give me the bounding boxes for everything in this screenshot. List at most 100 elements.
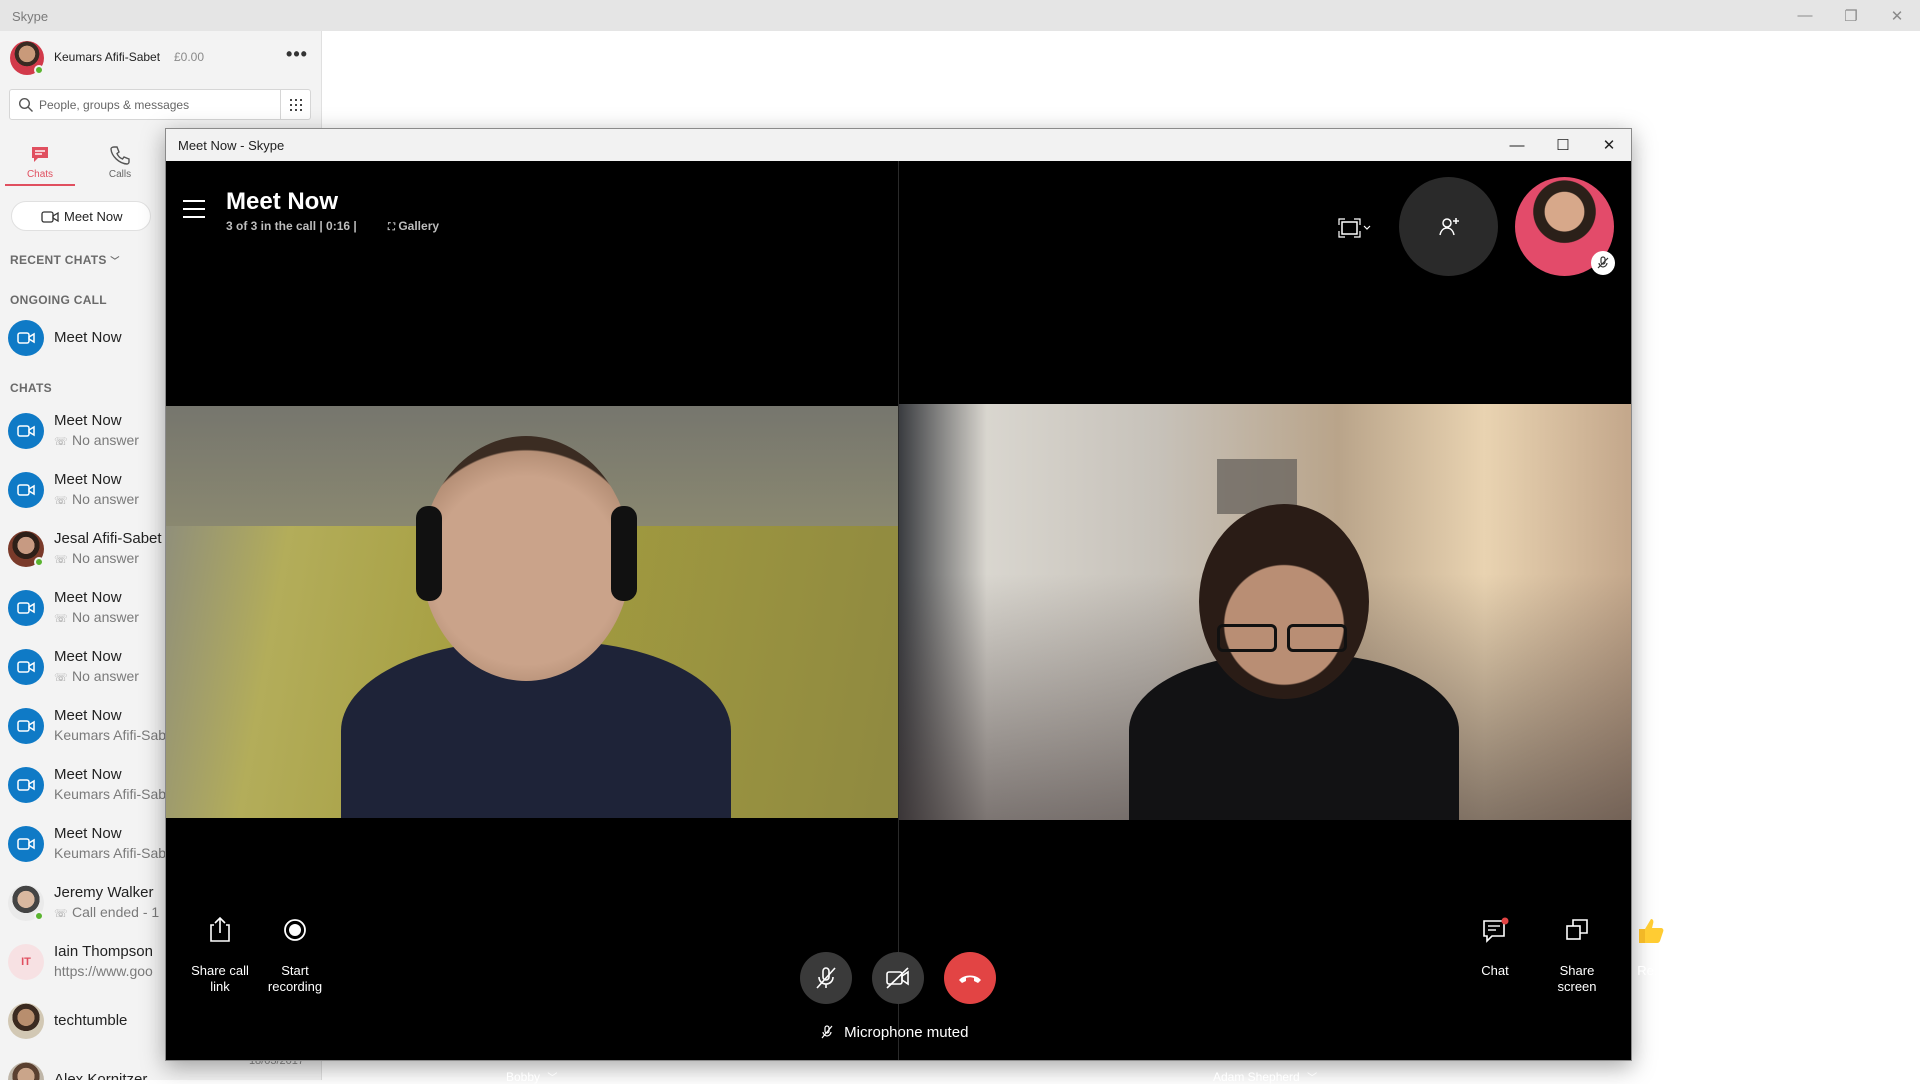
recent-chats-filter[interactable]: RECENT CHATS ﹀ <box>10 253 120 267</box>
minimize-button[interactable]: — <box>1782 0 1828 31</box>
microphone-muted-label: Microphone muted <box>844 1024 969 1041</box>
call-minimize-button[interactable]: — <box>1494 129 1540 161</box>
close-button[interactable]: ✕ <box>1874 0 1920 31</box>
recent-chats-label: RECENT CHATS <box>10 253 107 267</box>
search-icon <box>18 97 33 112</box>
react-button[interactable]: Re... <box>1626 915 1676 985</box>
hamburger-menu-icon[interactable] <box>183 200 205 218</box>
share-screen-button[interactable]: Share screen <box>1550 915 1604 994</box>
start-recording-label: Start recording <box>267 963 323 994</box>
video-call-icon <box>8 320 44 356</box>
chat-button[interactable]: Chat <box>1470 915 1520 985</box>
chat-name: Meet Now <box>54 589 122 606</box>
tab-chats[interactable]: Chats <box>5 136 75 186</box>
avatar <box>8 1062 44 1080</box>
more-icon <box>1723 926 1747 932</box>
app-title: Skype <box>12 9 49 24</box>
tab-calls[interactable]: Calls <box>85 136 155 186</box>
avatar: IT <box>8 944 44 980</box>
gallery-label: Gallery <box>398 219 440 233</box>
toggle-video-button[interactable] <box>872 952 924 1004</box>
missed-call-icon: ☏ <box>54 495 68 507</box>
mute-microphone-button[interactable] <box>800 952 852 1004</box>
video-tile-bobby[interactable] <box>166 406 898 818</box>
chat-name: Meet Now <box>54 648 122 665</box>
end-call-button[interactable] <box>944 952 996 1004</box>
meet-now-button[interactable]: Meet Now <box>11 201 151 231</box>
participant-name-bobby[interactable]: Bobby ﹀ <box>506 1069 557 1084</box>
chat-name: Meet Now <box>54 766 122 783</box>
profile-header[interactable]: Keumars Afifi-Sabet £0.00 ••• <box>8 39 314 79</box>
chat-preview: Keumars Afifi-Sab <box>54 786 166 802</box>
microphone-muted-status: Microphone muted <box>820 1024 968 1041</box>
mic-off-icon <box>816 967 836 989</box>
record-icon <box>284 919 306 941</box>
layout-button[interactable] <box>1338 216 1374 240</box>
skype-credit[interactable]: £0.00 <box>174 50 204 64</box>
chat-name: Alex Kornitzer <box>54 1071 148 1080</box>
chat-bubble-icon <box>32 147 48 162</box>
chat-preview-text: Call ended - 1 <box>72 904 160 920</box>
missed-call-icon: ☏ <box>54 613 68 625</box>
online-status-dot <box>34 557 44 567</box>
hang-up-icon <box>959 975 981 983</box>
chat-preview-text: No answer <box>72 550 139 566</box>
ongoing-call-header: ONGOING CALL <box>10 293 107 307</box>
video-call-icon <box>8 472 44 508</box>
call-close-button[interactable]: ✕ <box>1586 129 1632 161</box>
video-call-icon <box>8 649 44 685</box>
tile-divider <box>898 161 899 1060</box>
chat-preview-text: No answer <box>72 668 139 684</box>
video-call-icon <box>8 767 44 803</box>
online-status-dot <box>34 911 44 921</box>
call-maximize-button[interactable]: ☐ <box>1540 129 1586 161</box>
more-button[interactable]: More <box>1710 915 1760 985</box>
dialpad-icon <box>290 98 302 111</box>
search-placeholder: People, groups & messages <box>39 98 190 112</box>
call-status: 3 of 3 in the call | 0:16 | <box>226 219 357 233</box>
chat-name: Meet Now <box>54 412 122 429</box>
camera-off-icon <box>886 967 909 989</box>
tab-calls-label: Calls <box>108 169 132 180</box>
gallery-icon: ⛶ <box>388 222 395 233</box>
chat-name: Iain Thompson <box>54 943 153 960</box>
video-call-icon <box>8 826 44 862</box>
dialpad-button[interactable] <box>280 90 311 119</box>
tab-chats-label: Chats <box>26 169 54 180</box>
add-participant-button[interactable] <box>1399 177 1498 276</box>
missed-call-icon: ☏ <box>54 672 68 684</box>
layout-icon <box>1338 218 1371 238</box>
chat-name: Jeremy Walker <box>54 884 154 901</box>
start-recording-button[interactable]: Start recording <box>260 915 330 994</box>
chat-preview-text: Keumars Afifi-Sab <box>54 845 167 861</box>
call-stage: Meet Now 3 of 3 in the call | 0:16 | ⛶ G… <box>166 161 1750 1084</box>
chats-header: CHATS <box>10 381 52 395</box>
share-call-link-label: Share call link <box>191 963 249 994</box>
chat-preview: ☏ No answer <box>54 491 139 507</box>
self-muted-icon <box>1591 251 1615 275</box>
missed-call-icon: ☏ <box>54 554 68 566</box>
add-person-icon <box>1438 217 1459 235</box>
search-input[interactable]: People, groups & messages <box>9 89 311 120</box>
chat-preview: ☏ No answer <box>54 432 139 448</box>
video-tile-adam[interactable] <box>899 404 1631 820</box>
chat-name: techtumble <box>54 1012 128 1029</box>
more-options-button[interactable]: ••• <box>284 43 310 69</box>
share-call-link-button[interactable]: Share call link <box>190 915 250 994</box>
chevron-down-icon: ﹀ <box>110 256 120 266</box>
avatar <box>8 1003 44 1039</box>
online-status-dot <box>34 65 44 75</box>
meet-now-icon <box>41 211 59 223</box>
profile-name[interactable]: Keumars Afifi-Sabet <box>54 50 160 64</box>
phone-icon <box>110 146 130 165</box>
gallery-view-toggle[interactable]: ⛶ Gallery <box>388 219 439 233</box>
participant-name-adam[interactable]: Adam Shepherd ﹀ <box>1213 1069 1317 1084</box>
restore-button[interactable]: ❐ <box>1828 0 1874 31</box>
chat-preview: ☏ No answer <box>54 668 139 684</box>
chat-name: Meet Now <box>54 825 122 842</box>
chat-preview-text: https://www.goo <box>54 963 153 979</box>
chevron-down-icon: ﹀ <box>1307 1073 1318 1084</box>
outer-titlebar: Skype — ❐ ✕ <box>0 0 1920 31</box>
chat-preview-text: Keumars Afifi-Sab <box>54 786 167 802</box>
chat-preview: ☏ Call ended - 1 <box>54 904 159 920</box>
